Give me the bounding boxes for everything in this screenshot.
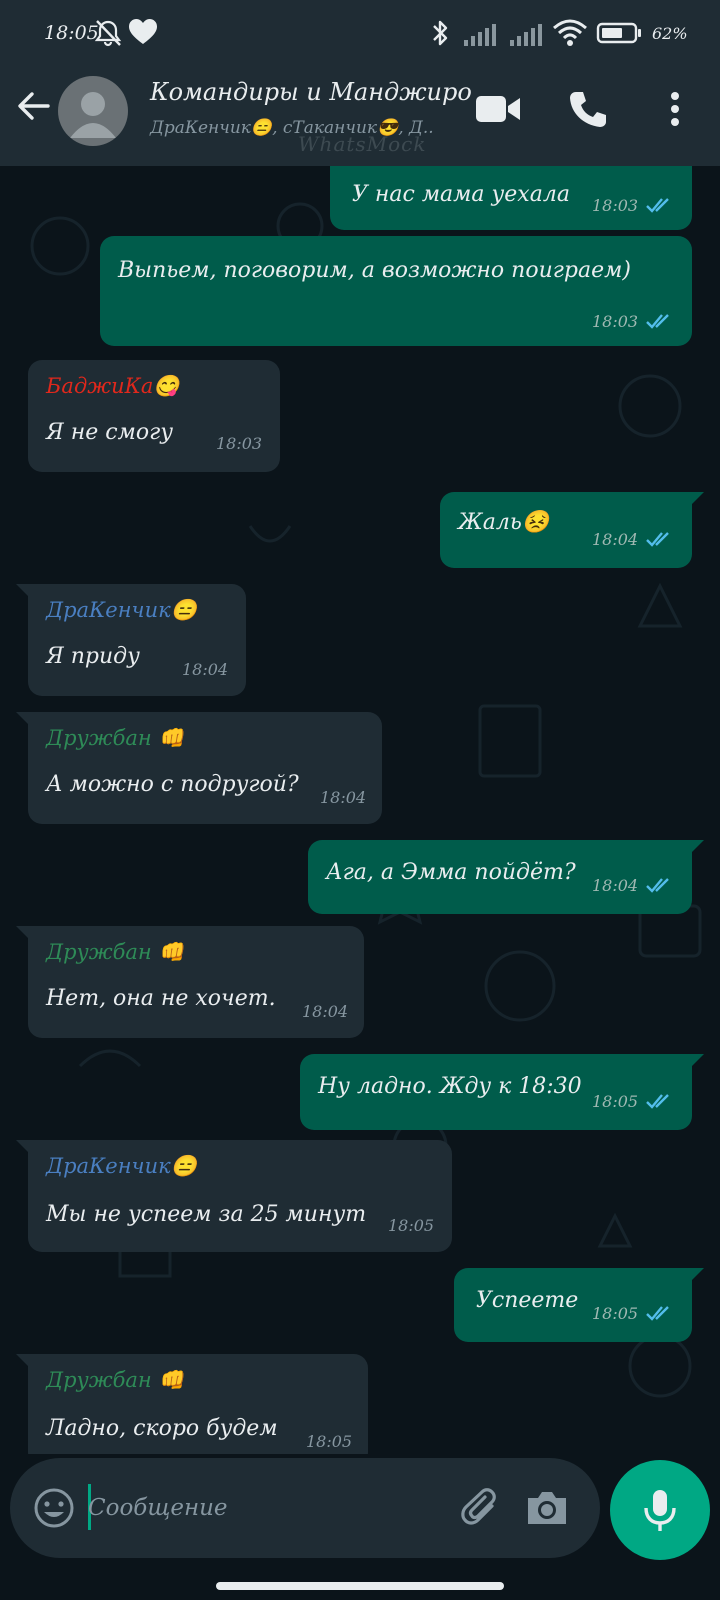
chat-title[interactable]: Командиры и Манджиро bbox=[150, 78, 472, 106]
message-list[interactable]: У нас мама уехала 18:03 Выпьем, поговори… bbox=[0, 166, 720, 1454]
message-time: 18:05 bbox=[592, 1092, 639, 1111]
battery-percent: 62% bbox=[652, 24, 688, 43]
phone-call-icon[interactable] bbox=[566, 86, 610, 132]
read-ticks-icon bbox=[646, 878, 669, 893]
message-text: Мы не успеем за 25 минут bbox=[46, 1202, 367, 1227]
message-input[interactable] bbox=[88, 1486, 448, 1530]
composer-area bbox=[0, 1454, 720, 1600]
sender-name[interactable]: Дружбан 👊 bbox=[46, 940, 185, 965]
read-ticks-icon bbox=[646, 532, 669, 547]
status-time: 18:05 bbox=[44, 22, 99, 44]
status-bar: 18:05 62% bbox=[0, 0, 720, 68]
bubble-tail bbox=[16, 584, 30, 598]
message-text: Ага, а Эмма пойдёт? bbox=[326, 860, 576, 885]
bell-off-icon bbox=[94, 20, 122, 47]
sender-name[interactable]: ДраКенчик😑 bbox=[46, 1154, 197, 1179]
camera-icon[interactable] bbox=[524, 1486, 570, 1528]
battery-icon bbox=[596, 22, 641, 44]
message-bubble-incoming[interactable]: БаджиКа😋 Я не смогу 18:03 bbox=[28, 360, 280, 472]
message-text: У нас мама уехала bbox=[352, 182, 570, 207]
microphone-icon bbox=[644, 1490, 676, 1531]
message-bubble-incoming[interactable]: Дружбан 👊 А можно с подругой? 18:04 bbox=[16, 712, 382, 824]
paperclip-icon[interactable] bbox=[458, 1484, 506, 1532]
message-text: Я приду bbox=[46, 644, 140, 669]
message-bubble-outgoing[interactable]: Выпьем, поговорим, а возможно поиграем) … bbox=[100, 236, 692, 346]
message-time: 18:03 bbox=[592, 312, 639, 331]
bubble-tail bbox=[690, 1054, 704, 1068]
message-text: Ну ладно. Жду к 18:30 bbox=[318, 1074, 582, 1099]
message-time: 18:05 bbox=[592, 1304, 639, 1323]
voice-record-button[interactable] bbox=[610, 1460, 710, 1560]
sender-name[interactable]: БаджиКа😋 bbox=[46, 374, 180, 399]
more-options-icon[interactable] bbox=[660, 86, 690, 132]
message-bubble-outgoing[interactable]: Жаль😣 18:04 bbox=[440, 492, 704, 568]
read-ticks-icon bbox=[646, 1306, 669, 1321]
bubble-tail bbox=[16, 1354, 30, 1368]
sender-name[interactable]: ДраКенчик😑 bbox=[46, 598, 197, 623]
signal-icon bbox=[464, 24, 496, 46]
group-avatar[interactable] bbox=[58, 76, 128, 146]
message-time: 18:05 bbox=[306, 1432, 353, 1451]
message-bubble-incoming[interactable]: ДраКенчик😑 Мы не успеем за 25 минут 18:0… bbox=[16, 1140, 452, 1252]
gesture-nav-bar[interactable] bbox=[216, 1582, 504, 1590]
message-text: Жаль😣 bbox=[458, 510, 550, 535]
read-ticks-icon bbox=[646, 198, 669, 213]
person-placeholder-icon bbox=[70, 92, 116, 138]
bubble-tail bbox=[16, 1140, 30, 1154]
message-bubble-outgoing[interactable]: У нас мама уехала 18:03 bbox=[330, 166, 692, 230]
back-arrow-icon[interactable] bbox=[14, 86, 54, 126]
bubble-tail bbox=[16, 926, 30, 940]
wifi-icon bbox=[553, 19, 587, 46]
message-text: Успеете bbox=[476, 1288, 579, 1313]
bubble-tail bbox=[16, 712, 30, 726]
signal-icon bbox=[510, 24, 542, 46]
message-bubble-incoming[interactable]: ДраКенчик😑 Я приду 18:04 bbox=[16, 584, 246, 696]
bubble-tail bbox=[690, 1268, 704, 1282]
message-time: 18:04 bbox=[320, 788, 367, 807]
read-ticks-icon bbox=[646, 1094, 669, 1109]
heart-icon bbox=[129, 19, 157, 44]
bubble-tail bbox=[690, 492, 704, 506]
sender-name[interactable]: Дружбан 👊 bbox=[46, 1368, 185, 1393]
read-ticks-icon bbox=[646, 314, 669, 329]
message-text: Ладно, скоро будем bbox=[46, 1416, 278, 1441]
message-composer[interactable] bbox=[10, 1458, 600, 1558]
video-call-icon[interactable] bbox=[474, 86, 524, 132]
message-time: 18:03 bbox=[216, 434, 263, 453]
message-time: 18:03 bbox=[592, 196, 639, 215]
emoji-icon[interactable] bbox=[32, 1486, 76, 1530]
chat-header: Командиры и Манджиро ДраКенчик😑, сТаканч… bbox=[0, 68, 720, 166]
message-bubble-outgoing[interactable]: Успеете 18:05 bbox=[454, 1268, 704, 1342]
watermark: WhatsMock bbox=[298, 132, 427, 156]
message-time: 18:04 bbox=[182, 660, 229, 679]
bubble-tail bbox=[690, 840, 704, 854]
message-time: 18:05 bbox=[388, 1216, 435, 1235]
message-bubble-outgoing[interactable]: Ага, а Эмма пойдёт? 18:04 bbox=[308, 840, 704, 914]
bluetooth-icon bbox=[433, 20, 448, 46]
message-text: Я не смогу bbox=[46, 420, 173, 445]
message-time: 18:04 bbox=[592, 876, 639, 895]
message-bubble-incoming[interactable]: Дружбан 👊 Нет, она не хочет. 18:04 bbox=[16, 926, 364, 1038]
message-text: Выпьем, поговорим, а возможно поиграем) bbox=[118, 258, 631, 283]
message-text: А можно с подругой? bbox=[46, 772, 299, 797]
sender-name[interactable]: Дружбан 👊 bbox=[46, 726, 185, 751]
message-text: Нет, она не хочет. bbox=[46, 986, 276, 1011]
message-time: 18:04 bbox=[302, 1002, 349, 1021]
message-bubble-incoming[interactable]: Дружбан 👊 Ладно, скоро будем 18:05 bbox=[16, 1354, 368, 1454]
message-time: 18:04 bbox=[592, 530, 639, 549]
message-bubble-outgoing[interactable]: Ну ладно. Жду к 18:30 18:05 bbox=[300, 1054, 704, 1130]
